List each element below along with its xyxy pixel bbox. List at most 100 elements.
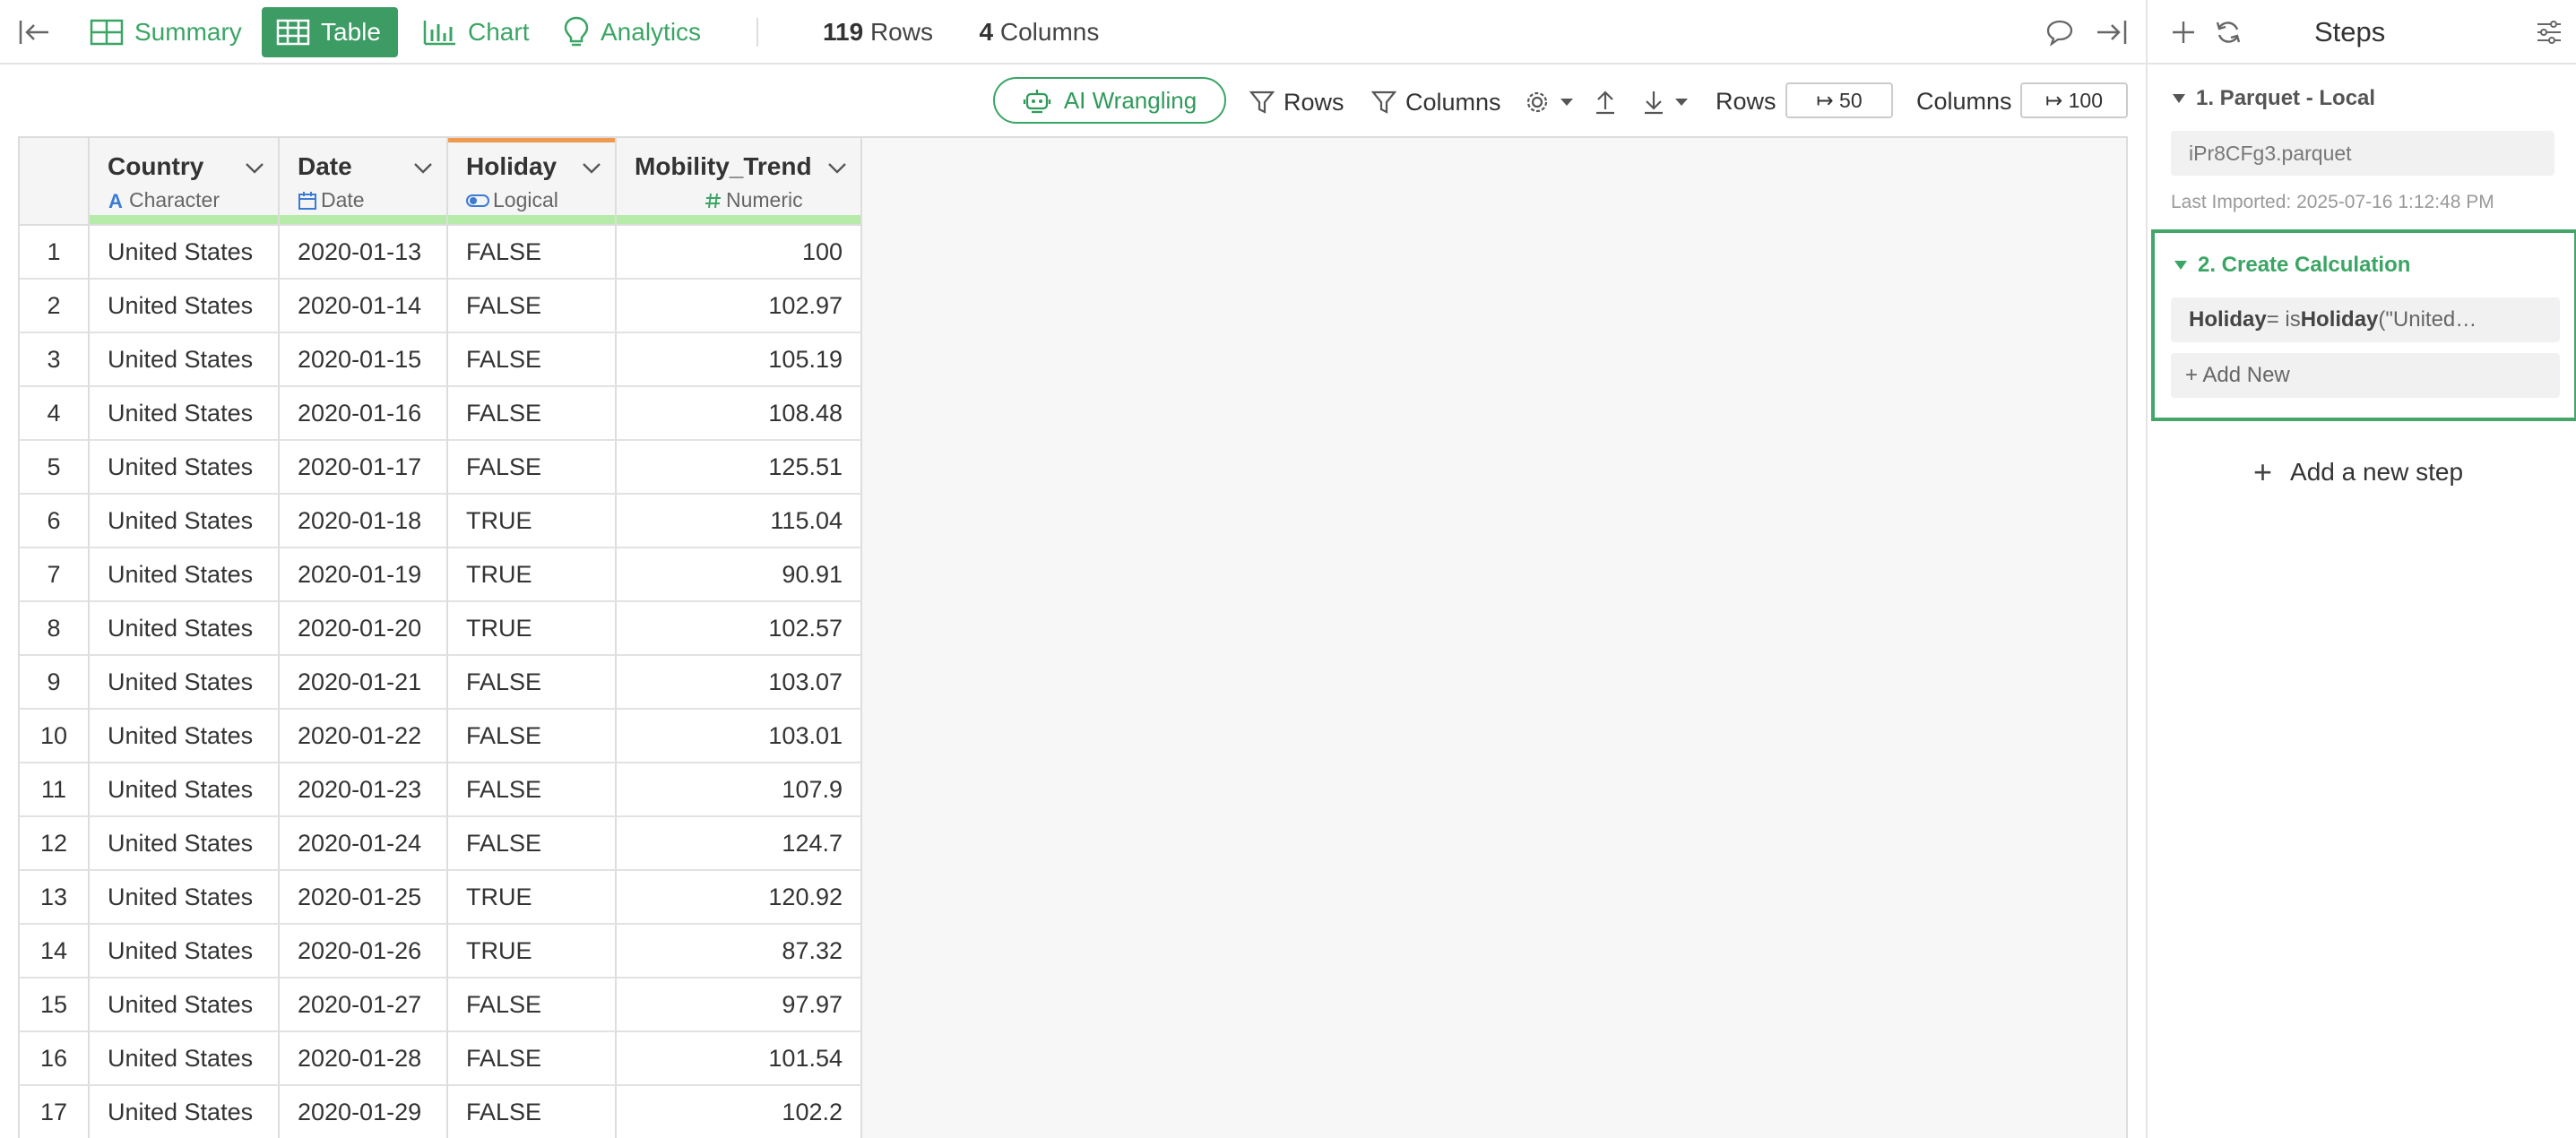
cell-mobility-trend[interactable]: 90.91 bbox=[617, 548, 862, 602]
row-number[interactable]: 3 bbox=[20, 333, 90, 387]
cell-holiday[interactable]: FALSE bbox=[448, 1086, 617, 1138]
cell-mobility-trend[interactable]: 124.7 bbox=[617, 817, 862, 871]
cell-mobility-trend[interactable]: 108.48 bbox=[617, 387, 862, 441]
cell-holiday[interactable]: FALSE bbox=[448, 1032, 617, 1086]
comment-icon[interactable] bbox=[2042, 14, 2078, 50]
cell-country[interactable]: United States bbox=[90, 602, 280, 656]
tab-chart[interactable]: Chart bbox=[409, 7, 543, 57]
cell-mobility-trend[interactable]: 100 bbox=[617, 226, 862, 280]
cell-mobility-trend[interactable]: 102.2 bbox=[617, 1086, 862, 1138]
upload-icon[interactable] bbox=[1594, 84, 1626, 120]
cell-date[interactable]: 2020-01-15 bbox=[280, 333, 448, 387]
cell-country[interactable]: United States bbox=[90, 387, 280, 441]
row-number[interactable]: 2 bbox=[20, 280, 90, 333]
cell-date[interactable]: 2020-01-21 bbox=[280, 656, 448, 710]
cell-holiday[interactable]: TRUE bbox=[448, 495, 617, 548]
row-number[interactable]: 7 bbox=[20, 548, 90, 602]
rows-limit-input[interactable]: ↦ 50 bbox=[1785, 82, 1893, 118]
cell-mobility-trend[interactable]: 105.19 bbox=[617, 333, 862, 387]
cell-country[interactable]: United States bbox=[90, 1086, 280, 1138]
tab-analytics[interactable]: Analytics bbox=[549, 7, 715, 57]
cell-holiday[interactable]: TRUE bbox=[448, 871, 617, 925]
cell-country[interactable]: United States bbox=[90, 1032, 280, 1086]
cell-date[interactable]: 2020-01-23 bbox=[280, 763, 448, 817]
cell-country[interactable]: United States bbox=[90, 548, 280, 602]
cell-date[interactable]: 2020-01-16 bbox=[280, 387, 448, 441]
cell-mobility-trend[interactable]: 101.54 bbox=[617, 1032, 862, 1086]
step-1-file[interactable]: iPr8CFg3.parquet bbox=[2171, 131, 2554, 176]
collapse-left-icon[interactable] bbox=[16, 16, 52, 48]
step-1-title[interactable]: 1. Parquet - Local bbox=[2173, 86, 2375, 111]
cell-mobility-trend[interactable]: 97.97 bbox=[617, 979, 862, 1032]
cell-country[interactable]: United States bbox=[90, 817, 280, 871]
add-new-step-button[interactable]: + Add a new step bbox=[2253, 453, 2463, 491]
column-header-date[interactable]: Date Date bbox=[280, 138, 448, 226]
row-number[interactable]: 14 bbox=[20, 925, 90, 979]
row-number[interactable]: 16 bbox=[20, 1032, 90, 1086]
cell-date[interactable]: 2020-01-26 bbox=[280, 925, 448, 979]
columns-limit-input[interactable]: ↦ 100 bbox=[2020, 82, 2128, 118]
row-number[interactable]: 13 bbox=[20, 871, 90, 925]
chevron-down-icon[interactable] bbox=[581, 161, 602, 176]
add-new-button[interactable]: + Add New bbox=[2171, 353, 2560, 398]
cell-holiday[interactable]: FALSE bbox=[448, 333, 617, 387]
cell-country[interactable]: United States bbox=[90, 656, 280, 710]
cell-country[interactable]: United States bbox=[90, 226, 280, 280]
cell-country[interactable]: United States bbox=[90, 495, 280, 548]
cell-country[interactable]: United States bbox=[90, 925, 280, 979]
cell-holiday[interactable]: FALSE bbox=[448, 226, 617, 280]
cell-date[interactable]: 2020-01-13 bbox=[280, 226, 448, 280]
step-2-card[interactable]: 2. Create Calculation Holiday = is Holida… bbox=[2151, 229, 2576, 421]
cell-date[interactable]: 2020-01-18 bbox=[280, 495, 448, 548]
sliders-icon[interactable] bbox=[2531, 14, 2567, 50]
cell-holiday[interactable]: FALSE bbox=[448, 710, 617, 763]
cell-country[interactable]: United States bbox=[90, 441, 280, 495]
cell-date[interactable]: 2020-01-25 bbox=[280, 871, 448, 925]
cell-country[interactable]: United States bbox=[90, 979, 280, 1032]
cell-mobility-trend[interactable]: 103.07 bbox=[617, 656, 862, 710]
cell-holiday[interactable]: TRUE bbox=[448, 602, 617, 656]
cell-holiday[interactable]: FALSE bbox=[448, 656, 617, 710]
cell-mobility-trend[interactable]: 107.9 bbox=[617, 763, 862, 817]
calculation-expression[interactable]: Holiday = is Holiday ("United… bbox=[2171, 297, 2560, 342]
tab-table[interactable]: Table bbox=[262, 7, 398, 57]
row-number[interactable]: 17 bbox=[20, 1086, 90, 1138]
row-number[interactable]: 9 bbox=[20, 656, 90, 710]
cell-mobility-trend[interactable]: 87.32 bbox=[617, 925, 862, 979]
settings-menu-button[interactable] bbox=[1524, 84, 1583, 120]
column-header-country[interactable]: Country A Character bbox=[90, 138, 280, 226]
column-header-holiday[interactable]: Holiday Logical bbox=[448, 138, 617, 226]
cell-date[interactable]: 2020-01-14 bbox=[280, 280, 448, 333]
collapse-right-icon[interactable] bbox=[2094, 14, 2130, 50]
row-number[interactable]: 11 bbox=[20, 763, 90, 817]
chevron-down-icon[interactable] bbox=[412, 161, 434, 176]
cell-date[interactable]: 2020-01-19 bbox=[280, 548, 448, 602]
plus-icon[interactable] bbox=[2165, 14, 2201, 50]
row-number[interactable]: 4 bbox=[20, 387, 90, 441]
cell-country[interactable]: United States bbox=[90, 280, 280, 333]
ai-wrangling-button[interactable]: AI Wrangling bbox=[993, 77, 1226, 124]
cell-date[interactable]: 2020-01-20 bbox=[280, 602, 448, 656]
cell-date[interactable]: 2020-01-22 bbox=[280, 710, 448, 763]
cell-mobility-trend[interactable]: 103.01 bbox=[617, 710, 862, 763]
cell-date[interactable]: 2020-01-17 bbox=[280, 441, 448, 495]
tab-summary[interactable]: Summary bbox=[75, 7, 256, 57]
row-number[interactable]: 8 bbox=[20, 602, 90, 656]
cell-date[interactable]: 2020-01-24 bbox=[280, 817, 448, 871]
columns-filter-button[interactable]: Columns bbox=[1371, 84, 1501, 120]
cell-holiday[interactable]: FALSE bbox=[448, 763, 617, 817]
cell-date[interactable]: 2020-01-29 bbox=[280, 1086, 448, 1138]
cell-mobility-trend[interactable]: 102.57 bbox=[617, 602, 862, 656]
download-menu-button[interactable] bbox=[1642, 84, 1698, 120]
cell-holiday[interactable]: FALSE bbox=[448, 979, 617, 1032]
cell-mobility-trend[interactable]: 120.92 bbox=[617, 871, 862, 925]
cell-holiday[interactable]: FALSE bbox=[448, 280, 617, 333]
row-number[interactable]: 5 bbox=[20, 441, 90, 495]
chevron-down-icon[interactable] bbox=[826, 161, 848, 176]
row-number[interactable]: 15 bbox=[20, 979, 90, 1032]
cell-holiday[interactable]: FALSE bbox=[448, 441, 617, 495]
cell-country[interactable]: United States bbox=[90, 871, 280, 925]
cell-country[interactable]: United States bbox=[90, 333, 280, 387]
row-number[interactable]: 6 bbox=[20, 495, 90, 548]
row-number[interactable]: 10 bbox=[20, 710, 90, 763]
